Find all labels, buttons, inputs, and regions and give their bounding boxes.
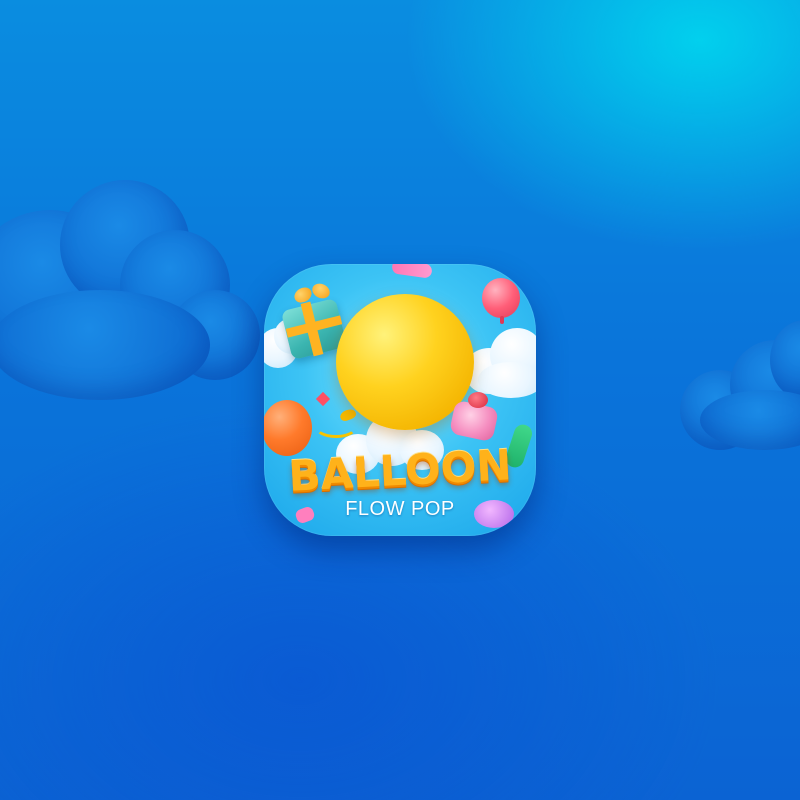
pink-gift-bow <box>468 392 488 408</box>
background-cloud-right <box>680 320 800 460</box>
red-confetti-icon <box>315 391 331 407</box>
app-icon[interactable]: BALLOON FLOW POP <box>264 264 536 536</box>
scene: BALLOON FLOW POP <box>0 0 800 800</box>
teal-gift-bow <box>291 284 315 306</box>
red-balloon-knot <box>500 316 504 324</box>
teal-gift-bow <box>309 280 333 302</box>
app-subtitle: FLOW POP <box>345 498 455 520</box>
app-title: BALLOON <box>287 440 513 501</box>
icon-cloud-right <box>464 328 536 398</box>
background-cloud-left <box>0 180 270 420</box>
confetti-ribbon-icon <box>391 264 433 279</box>
red-balloon-icon <box>482 278 520 318</box>
orange-balloon-icon <box>264 400 312 456</box>
